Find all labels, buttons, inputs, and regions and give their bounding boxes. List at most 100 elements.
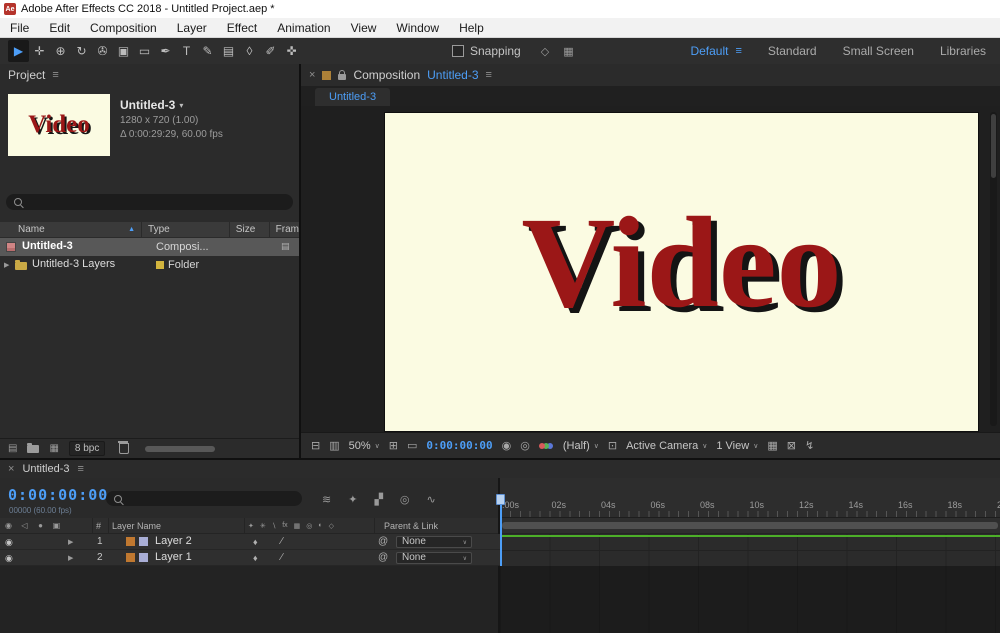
visibility-eye-icon[interactable]: ◉ <box>5 537 13 548</box>
parent-pickwhip-icon[interactable]: @ <box>378 536 388 547</box>
solo-icon[interactable]: ● <box>36 521 45 530</box>
shy-icon[interactable]: ✦ <box>248 522 254 530</box>
comp-canvas[interactable]: Video <box>385 113 978 431</box>
comp-tab-name[interactable]: Untitled-3 <box>427 68 478 82</box>
eye-icon[interactable]: ◉ <box>4 521 13 530</box>
work-area-bar[interactable] <box>502 522 998 529</box>
timeline-tab[interactable]: Untitled-3 <box>22 463 69 475</box>
draft-3d-icon[interactable]: ✦ <box>348 493 357 506</box>
panel-menu-icon[interactable]: ≡ <box>52 69 58 81</box>
frame-blend-icon[interactable]: ▞ <box>374 493 382 506</box>
quality-switch-icon[interactable]: ♦ <box>253 553 258 563</box>
menu-composition[interactable]: Composition <box>80 21 167 35</box>
3d-layer-icon[interactable]: ◇ <box>329 522 334 530</box>
graph-editor-icon[interactable]: ∿ <box>427 493 436 506</box>
snap-angle-icon[interactable]: ◇ <box>541 45 549 58</box>
zoom-tool[interactable]: ⊕ <box>50 40 71 62</box>
shape-tool[interactable]: ▭ <box>134 40 155 62</box>
audio-icon[interactable]: ◁ <box>20 521 29 530</box>
snapshot-camera-icon[interactable]: ◉ <box>502 439 512 452</box>
pan-behind-tool[interactable]: ▣ <box>113 40 134 62</box>
new-folder-icon[interactable] <box>27 445 39 453</box>
adjustment-layer-icon[interactable]: ◐ <box>318 522 322 529</box>
monitor-icon[interactable]: ▥ <box>329 439 339 452</box>
view-layout-select[interactable]: 1 View∨ <box>716 440 758 452</box>
parent-select[interactable]: None∨ <box>396 552 472 564</box>
roto-brush-tool[interactable]: ✐ <box>260 40 281 62</box>
chevron-down-icon[interactable]: ▾ <box>179 101 183 110</box>
visibility-eye-icon[interactable]: ◉ <box>5 553 13 564</box>
timeline-search[interactable] <box>106 491 302 506</box>
eraser-tool[interactable]: ◊ <box>239 40 260 62</box>
track-area[interactable] <box>500 534 1000 566</box>
hand-tool[interactable]: ✛ <box>29 40 50 62</box>
parent-pickwhip-icon[interactable]: @ <box>378 552 388 563</box>
layer-label-swatch[interactable] <box>126 537 135 546</box>
transparency-grid-icon[interactable]: ▦ <box>767 439 777 452</box>
lock-icon[interactable]: ▣ <box>52 521 61 530</box>
viewer-scrollbar-thumb[interactable] <box>991 114 996 178</box>
expand-arrow-icon[interactable]: ▶ <box>68 538 73 546</box>
show-snapshot-icon[interactable]: ◎ <box>520 439 530 452</box>
column-header-size[interactable]: Size <box>230 222 270 237</box>
region-of-interest-icon[interactable]: ⊡ <box>608 439 617 452</box>
mask-visibility-icon[interactable]: ▭ <box>407 439 417 452</box>
fx-icon[interactable]: fx <box>282 522 287 529</box>
comp-viewer-tab[interactable]: Untitled-3 <box>315 88 390 106</box>
layer-name[interactable]: Layer 2 <box>155 535 192 547</box>
quality-switch-icon[interactable]: ♦ <box>253 537 258 547</box>
camera-tool[interactable]: ✇ <box>92 40 113 62</box>
workspace-standard[interactable]: Standard <box>768 44 817 58</box>
column-layer-name[interactable]: Layer Name <box>112 521 161 531</box>
viewer-scrollbar[interactable] <box>990 112 997 426</box>
show-channel-icon[interactable] <box>539 442 554 450</box>
layer-label-swatch[interactable] <box>126 553 135 562</box>
menu-help[interactable]: Help <box>449 21 494 35</box>
trash-icon[interactable] <box>119 443 129 454</box>
menu-animation[interactable]: Animation <box>267 21 340 35</box>
motion-blur-icon[interactable]: ◎ <box>400 493 410 506</box>
close-icon[interactable]: × <box>8 463 14 475</box>
workspace-menu-icon[interactable]: ≡ <box>735 45 741 57</box>
column-header-type[interactable]: Type <box>142 222 230 237</box>
comp-current-time[interactable]: 0:00:00:00 <box>426 439 492 452</box>
snap-grid-icon[interactable]: ▦ <box>563 45 573 58</box>
puppet-pin-tool[interactable]: ✜ <box>281 40 302 62</box>
quality-slash-icon[interactable]: ∕ <box>281 536 283 547</box>
interpret-footage-icon[interactable]: ▤ <box>8 443 17 454</box>
column-header-frames[interactable]: Fram <box>270 222 299 237</box>
motion-blur-col-icon[interactable]: ◎ <box>306 522 312 530</box>
timeline-current-time[interactable]: 0:00:00:00 <box>8 486 108 504</box>
comp-flowchart-icon[interactable]: ≋ <box>322 493 331 506</box>
column-parent-link[interactable]: Parent & Link <box>384 521 438 531</box>
magnification-select[interactable]: 50%∨ <box>349 440 380 452</box>
menu-file[interactable]: File <box>0 21 39 35</box>
pixel-aspect-icon[interactable]: ⊠ <box>787 439 796 452</box>
pen-tool[interactable]: ✒ <box>155 40 176 62</box>
type-tool[interactable]: T <box>176 40 197 62</box>
camera-view-select[interactable]: Active Camera∨ <box>626 440 707 452</box>
playhead-marker[interactable] <box>496 494 505 505</box>
selection-tool[interactable]: ▶ <box>8 40 29 62</box>
sort-ascending-icon[interactable]: ▲ <box>128 226 135 233</box>
brush-tool[interactable]: ✎ <box>197 40 218 62</box>
menu-effect[interactable]: Effect <box>217 21 267 35</box>
workspace-default[interactable]: Default≡ <box>690 44 741 58</box>
close-icon[interactable]: × <box>309 69 315 81</box>
project-row-folder[interactable]: ▶ Untitled-3 Layers Folder <box>0 256 299 274</box>
rotation-tool[interactable]: ↻ <box>71 40 92 62</box>
resolution-select[interactable]: (Half)∨ <box>563 440 599 452</box>
quality-slash-icon[interactable]: ∕ <box>281 552 283 563</box>
project-bit-depth[interactable]: 8 bpc <box>69 441 105 456</box>
grid-guides-icon[interactable]: ⊞ <box>389 439 398 452</box>
layer-row[interactable]: ◉▶1Layer 2♦∕@None∨ <box>0 534 500 550</box>
layer-name[interactable]: Layer 1 <box>155 551 192 563</box>
expand-arrow-icon[interactable]: ▶ <box>68 554 73 562</box>
lock-icon[interactable] <box>338 74 346 80</box>
project-tab[interactable]: Project <box>8 68 45 82</box>
project-search-input[interactable] <box>22 195 293 209</box>
frame-blend-col-icon[interactable]: ▦ <box>294 522 301 530</box>
project-row-composition[interactable]: Untitled-3 Composi... ▤ <box>0 238 299 256</box>
parent-select[interactable]: None∨ <box>396 536 472 548</box>
column-header-name[interactable]: Name ▲ <box>0 222 142 237</box>
